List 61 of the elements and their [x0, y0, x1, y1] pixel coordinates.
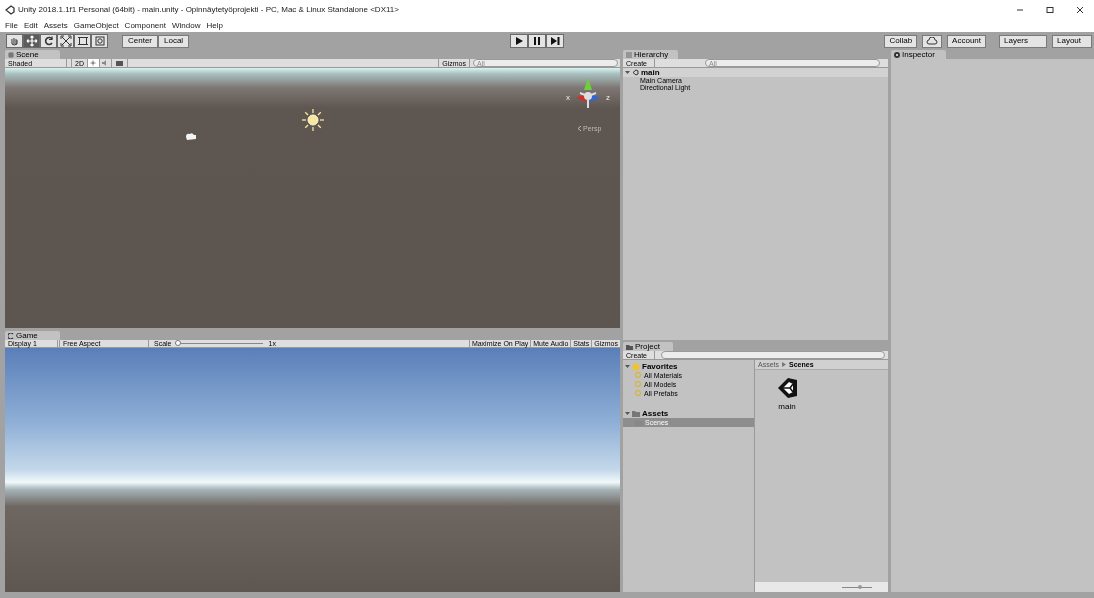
image-icon: [115, 60, 123, 66]
toolbar-dropdown[interactable]: Collab: [884, 34, 918, 48]
light-gizmo-icon: [300, 107, 326, 133]
tool-button[interactable]: [91, 34, 108, 48]
unity-logo-icon: [632, 69, 639, 76]
pacman-icon: [8, 332, 14, 339]
cloud-button[interactable]: [922, 34, 943, 48]
panel-tab[interactable]: Scene: [5, 50, 60, 59]
tree-item[interactable]: Favorites: [623, 362, 754, 371]
chevron-left-icon: [577, 126, 582, 131]
axis-label: z: [606, 94, 610, 102]
tool-button[interactable]: [23, 34, 40, 48]
restore-icon: [1046, 6, 1054, 14]
pause-button[interactable]: [528, 34, 547, 48]
search-field[interactable]: [661, 351, 885, 359]
pivot-button[interactable]: Center: [122, 34, 158, 48]
scale-tool-icon: [59, 35, 72, 47]
panel-tab[interactable]: Project: [623, 342, 673, 351]
chevron-right-icon: [782, 362, 786, 367]
scene-row[interactable]: main: [623, 68, 888, 77]
speaker-icon: [102, 60, 109, 66]
sun-icon: [90, 60, 97, 66]
camera-gizmo-icon: [185, 132, 197, 141]
play-button[interactable]: [510, 34, 529, 48]
tree-item[interactable]: Assets: [623, 409, 754, 418]
step-button[interactable]: [546, 34, 565, 48]
axis-label: x: [566, 94, 570, 102]
panel-tab[interactable]: Inspector: [891, 50, 946, 59]
window-title: Unity 2018.1.1f1 Personal (64bit) - main.unity - Opinnäytetyöprojekti - PC, Mac & Linux Standalone <DX11>: [18, 4, 399, 16]
slider-thumb[interactable]: [857, 584, 862, 589]
tool-button[interactable]: [40, 34, 57, 48]
menu-item[interactable]: Component: [124, 22, 166, 30]
transform-tool-icon: [93, 35, 106, 47]
pivot-button[interactable]: Local: [158, 34, 190, 48]
unity-logo-icon: [5, 5, 15, 15]
lighting-toggle[interactable]: [87, 59, 100, 67]
rotate-tool-icon: [42, 35, 55, 47]
tool-button[interactable]: [74, 34, 91, 48]
toolbar-dropdown[interactable]: Layers: [999, 34, 1047, 48]
menu-item[interactable]: Assets: [43, 22, 68, 30]
info-icon: [894, 51, 900, 58]
panel-tab[interactable]: Game: [5, 331, 60, 340]
menu-item[interactable]: Edit: [23, 22, 38, 30]
orientation-gizmo-drawing[interactable]: x z: [566, 76, 610, 116]
rect-tool-icon: [76, 35, 89, 47]
move-tool-icon: [25, 35, 38, 47]
menu-item[interactable]: Window: [171, 22, 201, 30]
close-icon: [1076, 6, 1084, 14]
toolbar-dropdown[interactable]: Layout: [1052, 34, 1092, 48]
tool-button[interactable]: [57, 34, 74, 48]
audio-toggle[interactable]: [99, 59, 112, 67]
menu-item[interactable]: Help: [206, 22, 223, 30]
cloud-icon: [926, 37, 939, 45]
step-icon: [549, 35, 562, 47]
minimize-icon: [1016, 6, 1024, 14]
panel-tab[interactable]: Hierarchy: [623, 50, 678, 59]
menu-item[interactable]: GameObject: [73, 22, 119, 30]
slider-thumb[interactable]: [174, 340, 181, 346]
file-label[interactable]: main: [778, 403, 796, 411]
toolbar-dropdown[interactable]: Account: [947, 34, 986, 48]
menu-item[interactable]: File: [5, 22, 18, 30]
